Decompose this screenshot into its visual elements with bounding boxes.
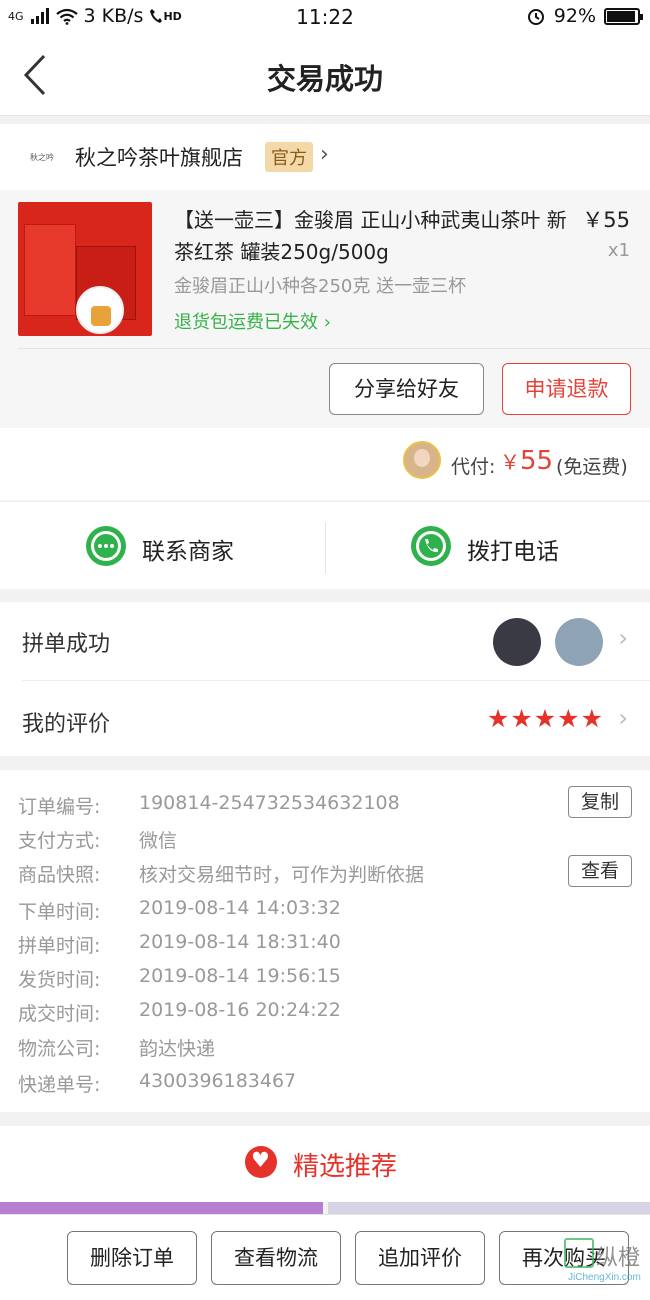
group-time-label: 拼单时间: [18, 935, 101, 957]
product-title[interactable]: 【送一壶三】金骏眉 正山小种武夷山茶叶 新茶红茶 罐装250g/500g [174, 204, 574, 268]
recommend-preview [0, 1202, 650, 1214]
watermark-text: 纵橙 [596, 1246, 641, 1271]
call-phone-button[interactable]: 拨打电话 [325, 502, 650, 590]
pay-amount: ￥55 [500, 446, 553, 476]
share-button[interactable]: 分享给好友 [329, 363, 484, 415]
view-logistics-button[interactable]: 查看物流 [211, 1231, 341, 1285]
snapshot-text: 核对交易细节时，可作为判断依据 [139, 864, 425, 886]
star-icon: ★ [486, 704, 511, 733]
battery-fill [607, 10, 635, 22]
battery-icon [604, 7, 643, 25]
shop-row[interactable]: 秋之吟 秋之吟茶叶旗舰店 官方 › [0, 124, 650, 190]
tea-box-left [24, 224, 76, 316]
shipping-note: (免运费) [556, 456, 628, 478]
recommend-header: 精选推荐 [0, 1126, 650, 1202]
chevron-right-icon: › [320, 142, 329, 167]
order-no: 190814-254732534632108 [139, 792, 400, 814]
group-success-label: 拼单成功 [22, 632, 111, 657]
divider [22, 680, 650, 681]
recommend-title: 精选推荐 [293, 1152, 398, 1182]
order-info: 订单编号: 190814-254732534632108 复制 支付方式: 微信… [0, 770, 650, 1112]
group-review-section: 拼单成功 › 我的评价 ★★★★★ › [0, 602, 650, 756]
status-bar: 4G 3 KB/s HD 11:22 92% [0, 0, 650, 34]
order-time: 2019-08-14 14:03:32 [139, 897, 341, 919]
watermark-url: JiChengXin.com [568, 1272, 641, 1283]
shop-logo: 秋之吟 [30, 153, 54, 162]
status-right: 92% [526, 5, 643, 27]
product-quantity: x1 [607, 240, 630, 261]
refund-notice[interactable]: 退货包运费已失效 › [174, 308, 331, 334]
product-spec: 金骏眉正山小种各250克 送一壶三杯 [174, 276, 467, 297]
view-snapshot-button[interactable]: 查看 [568, 855, 632, 887]
shop-name[interactable]: 秋之吟茶叶旗舰店 [75, 142, 243, 172]
ship-time: 2019-08-14 19:56:15 [139, 965, 341, 987]
order-no-label: 订单编号: [18, 796, 101, 818]
pay-method: 微信 [139, 830, 178, 852]
deal-time: 2019-08-16 20:24:22 [139, 999, 341, 1021]
product-card[interactable]: 【送一壶三】金骏眉 正山小种武夷山茶叶 新茶红茶 罐装250g/500g ￥55… [0, 190, 650, 428]
teapot-image [76, 286, 124, 334]
chat-icon [86, 526, 126, 566]
deal-time-label: 成交时间: [18, 1003, 101, 1025]
tracking-number: 4300396183467 [139, 1070, 297, 1092]
refund-notice-text: 退货包运费已失效 [174, 312, 318, 333]
pay-amount-value: 55 [520, 446, 554, 476]
chevron-right-icon: › [618, 624, 628, 652]
watermark: 纵橙 JiChengXin.com [528, 1238, 648, 1290]
divider [18, 348, 650, 349]
pay-method-label: 支付方式: [18, 830, 101, 852]
group-success-row[interactable]: 拼单成功 › [0, 602, 650, 681]
my-review-label: 我的评价 [22, 712, 111, 737]
nav-bar: 交易成功 [0, 34, 650, 116]
chevron-right-icon: › [618, 704, 628, 732]
delete-order-button[interactable]: 删除订单 [67, 1231, 197, 1285]
group-time: 2019-08-14 18:31:40 [139, 931, 341, 953]
my-review-row[interactable]: 我的评价 ★★★★★ › [0, 682, 650, 760]
refund-button[interactable]: 申请退款 [502, 363, 631, 415]
chevron-right-icon: › [318, 312, 331, 333]
courier-label: 物流公司: [18, 1038, 101, 1060]
alarm-icon [527, 9, 544, 25]
heart-icon [245, 1146, 277, 1178]
recommend-item-image[interactable] [328, 1202, 650, 1214]
order-time-label: 下单时间: [18, 901, 101, 923]
phone-icon [411, 526, 451, 566]
star-icon: ★ [557, 704, 581, 733]
snapshot-label: 商品快照: [18, 864, 101, 886]
currency-symbol: ￥ [500, 450, 520, 474]
recommend-item-image[interactable] [0, 1202, 323, 1214]
courier: 韵达快递 [139, 1038, 216, 1060]
member-avatar [555, 618, 603, 666]
copy-button[interactable]: 复制 [568, 786, 632, 818]
contact-merchant-label: 联系商家 [142, 539, 234, 565]
pay-label: 代付: [451, 456, 496, 478]
payer-avatar [403, 441, 441, 479]
payment-row: 代付: ￥55 (免运费) [0, 428, 650, 500]
add-review-button[interactable]: 追加评价 [355, 1231, 485, 1285]
page-title: 交易成功 [266, 62, 383, 96]
official-badge: 官方 [265, 142, 313, 172]
battery-percent: 92% [553, 5, 596, 27]
star-icon: ★ [533, 704, 558, 733]
product-price: ￥55 [582, 208, 630, 232]
star-icon: ★ [510, 704, 534, 733]
call-phone-label: 拨打电话 [467, 539, 559, 565]
contact-merchant-button[interactable]: 联系商家 [0, 502, 325, 590]
contact-bar: 联系商家 拨打电话 [0, 501, 650, 589]
rating-stars: ★★★★★ [487, 704, 604, 733]
tracking-label: 快递单号: [18, 1074, 101, 1096]
star-icon: ★ [580, 704, 604, 733]
member-avatar [493, 618, 541, 666]
watermark-logo-icon [564, 1238, 594, 1268]
ship-time-label: 发货时间: [18, 969, 101, 991]
product-image[interactable] [18, 202, 152, 336]
